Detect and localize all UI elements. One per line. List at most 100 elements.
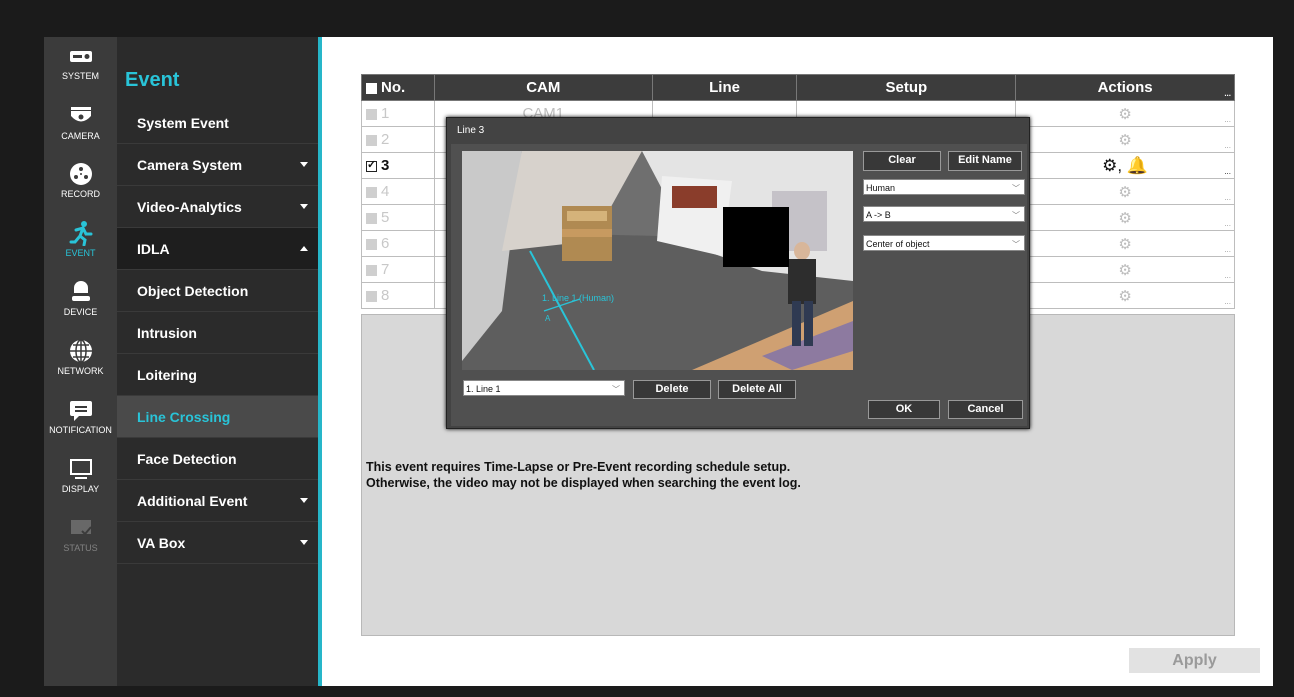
- chevron-down-icon: [300, 162, 308, 167]
- row-no-label: 8: [381, 287, 390, 304]
- apply-button[interactable]: Apply: [1129, 648, 1260, 673]
- row-actions[interactable]: ⚙...: [1015, 230, 1235, 257]
- notice-line-2: Otherwise, the video may not be displaye…: [366, 476, 801, 490]
- action-icons[interactable]: ⚙: [1118, 132, 1131, 149]
- menu-item-label: Loitering: [137, 367, 197, 383]
- ellipsis-icon[interactable]: ...: [1224, 245, 1231, 254]
- direction-select[interactable]: A -> B ﹀: [863, 206, 1025, 222]
- menu-item-object-detection[interactable]: Object Detection: [117, 270, 318, 312]
- menu-item-line-crossing[interactable]: Line Crossing: [117, 396, 318, 438]
- ellipsis-icon[interactable]: ...: [1224, 167, 1231, 176]
- row-actions[interactable]: ⚙...: [1015, 204, 1235, 231]
- object-type-value: Human: [866, 183, 896, 193]
- row-no[interactable]: 5: [361, 204, 435, 231]
- row-checkbox[interactable]: [366, 134, 377, 146]
- menu-item-va-box[interactable]: VA Box: [117, 522, 318, 564]
- line-select[interactable]: 1. Line 1 ﹀: [463, 380, 625, 396]
- row-no-label: 4: [381, 183, 390, 200]
- row-no[interactable]: 4: [361, 178, 435, 205]
- row-checkbox[interactable]: [366, 186, 377, 198]
- nav-display[interactable]: DISPLAY: [44, 450, 117, 508]
- action-icons[interactable]: ⚙: [1118, 288, 1131, 305]
- edit-name-button[interactable]: Edit Name: [948, 151, 1022, 171]
- ellipsis-icon[interactable]: ...: [1224, 297, 1231, 306]
- row-no-label: 2: [381, 131, 390, 148]
- menu-item-video-analytics[interactable]: Video-Analytics: [117, 186, 318, 228]
- ellipsis-icon[interactable]: ...: [1224, 89, 1231, 98]
- action-icons[interactable]: ⚙: [1118, 210, 1131, 227]
- menu-item-loitering[interactable]: Loitering: [117, 354, 318, 396]
- row-actions[interactable]: ⚙...: [1015, 178, 1235, 205]
- nav-camera[interactable]: CAMERA: [44, 97, 117, 155]
- nav-network[interactable]: NETWORK: [44, 332, 117, 390]
- menu-item-camera-system[interactable]: Camera System: [117, 144, 318, 186]
- clear-button[interactable]: Clear: [863, 151, 941, 171]
- nav-status-label: STATUS: [63, 543, 98, 553]
- ellipsis-icon[interactable]: ...: [1224, 115, 1231, 124]
- action-icons[interactable]: ⚙: [1118, 184, 1131, 201]
- row-no[interactable]: 2: [361, 126, 435, 153]
- ellipsis-icon[interactable]: ...: [1224, 193, 1231, 202]
- nav-status[interactable]: STATUS: [44, 509, 117, 567]
- menu-item-system-event[interactable]: System Event: [117, 102, 318, 144]
- header-setup: Setup: [796, 74, 1017, 101]
- header-actions: Actions...: [1015, 74, 1235, 101]
- menu-title: Event: [125, 69, 180, 91]
- event-menu: Event System Event Camera System Video-A…: [117, 37, 322, 686]
- action-icons[interactable]: ⚙: [1118, 106, 1131, 123]
- row-actions[interactable]: ⚙...: [1015, 256, 1235, 283]
- menu-item-idla[interactable]: IDLA: [117, 228, 318, 270]
- row-actions[interactable]: ⚙...: [1015, 100, 1235, 127]
- header-cam: CAM: [433, 74, 653, 101]
- action-icons[interactable]: ⚙, 🔔: [1102, 156, 1148, 175]
- nav-system[interactable]: SYSTEM: [44, 37, 117, 95]
- row-checkbox[interactable]: [366, 264, 377, 276]
- ellipsis-icon[interactable]: ...: [1224, 271, 1231, 280]
- camera-view-canvas[interactable]: A 1. Line 1 (Human): [462, 151, 853, 370]
- row-no-label: 6: [381, 235, 390, 252]
- row-no[interactable]: 1: [361, 100, 435, 127]
- row-checkbox[interactable]: [366, 212, 377, 224]
- menu-item-intrusion[interactable]: Intrusion: [117, 312, 318, 354]
- status-icon: [70, 520, 92, 536]
- row-checkbox[interactable]: [366, 108, 377, 120]
- row-no[interactable]: 8: [361, 282, 435, 309]
- nav-event[interactable]: EVENT: [44, 214, 117, 272]
- header-no-label: No.: [381, 79, 406, 96]
- ellipsis-icon[interactable]: ...: [1224, 141, 1231, 150]
- system-icon: [69, 51, 92, 62]
- header-no[interactable]: No.: [361, 74, 435, 101]
- detect-point-select[interactable]: Center of object ﹀: [863, 235, 1025, 251]
- row-actions[interactable]: ⚙...: [1015, 126, 1235, 153]
- nav-device[interactable]: DEVICE: [44, 273, 117, 331]
- row-no-label: 3: [381, 157, 390, 174]
- action-icons[interactable]: ⚙: [1118, 262, 1131, 279]
- row-actions[interactable]: ⚙, 🔔...: [1015, 152, 1235, 179]
- row-checkbox[interactable]: [366, 238, 377, 250]
- delete-button[interactable]: Delete: [633, 380, 711, 399]
- row-no[interactable]: 6: [361, 230, 435, 257]
- dialog-title: Line 3: [457, 125, 485, 136]
- nav-notification[interactable]: NOTIFICATION: [44, 391, 117, 449]
- menu-item-face-detection[interactable]: Face Detection: [117, 438, 318, 480]
- cancel-button[interactable]: Cancel: [948, 400, 1023, 419]
- row-checkbox[interactable]: [366, 158, 377, 172]
- row-checkbox[interactable]: [366, 290, 377, 302]
- row-actions[interactable]: ⚙...: [1015, 282, 1235, 309]
- delete-all-button[interactable]: Delete All: [718, 380, 796, 399]
- row-no[interactable]: 7: [361, 256, 435, 283]
- line-setup-dialog: Line 3 A 1. Line 1 (Human) Clear Edit Na…: [446, 117, 1030, 429]
- menu-item-additional-event[interactable]: Additional Event: [117, 480, 318, 522]
- direction-value: A -> B: [866, 210, 891, 220]
- ellipsis-icon[interactable]: ...: [1224, 219, 1231, 228]
- menu-item-label: IDLA: [137, 241, 170, 257]
- action-icons[interactable]: ⚙: [1118, 236, 1131, 253]
- chevron-down-icon: [300, 498, 308, 503]
- nav-device-label: DEVICE: [63, 307, 98, 317]
- row-no[interactable]: 3: [361, 152, 435, 179]
- monitor-icon: [69, 459, 92, 479]
- ok-button[interactable]: OK: [868, 400, 940, 419]
- nav-record[interactable]: RECORD: [44, 155, 117, 213]
- select-all-checkbox[interactable]: [366, 82, 377, 94]
- object-type-select[interactable]: Human ﹀: [863, 179, 1025, 195]
